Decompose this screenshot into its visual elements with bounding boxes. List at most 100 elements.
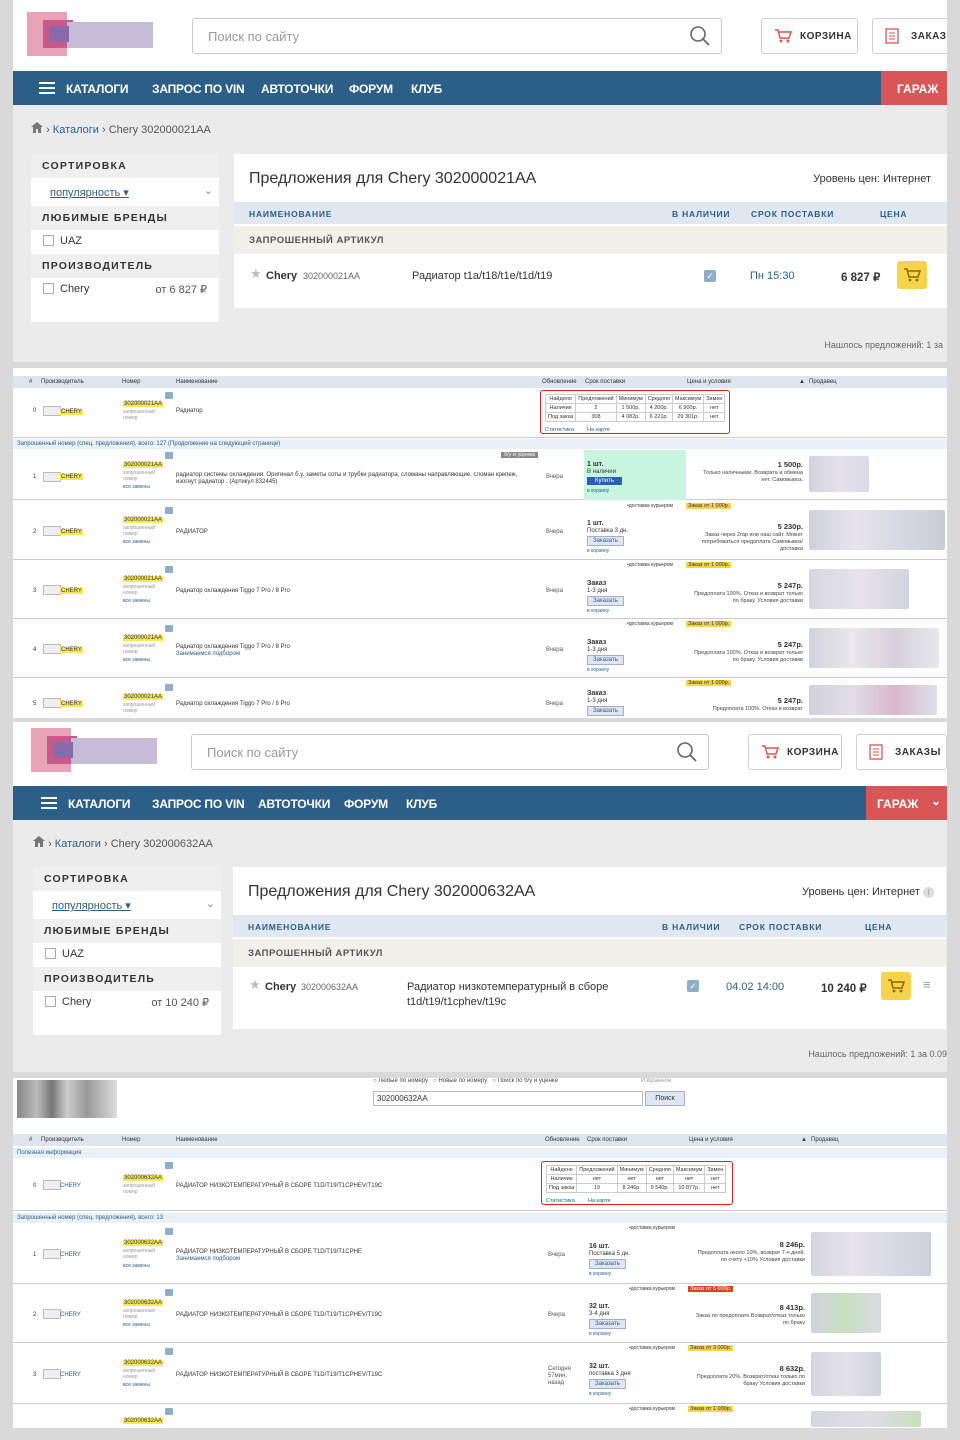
sort-select[interactable]: популярность ▾ ⌄ (31, 178, 219, 206)
search-input[interactable]: Поиск по сайту (192, 18, 722, 54)
garage-button[interactable]: ГАРАЖ ⌄ (866, 786, 947, 820)
expand-icon[interactable] (165, 684, 173, 691)
group-header[interactable]: Запрошенный номер (спец. предложения), в… (13, 1213, 947, 1223)
table-row[interactable]: 4 CHERY 302000021AA запрошенный номер вс… (13, 620, 947, 678)
buy-button[interactable]: Купить (587, 477, 622, 485)
nav-club[interactable]: КЛУБ (406, 797, 437, 811)
nav-catalogs[interactable]: КАТАЛОГИ (68, 797, 131, 811)
row-brand[interactable]: CHERY (60, 409, 83, 415)
star-icon[interactable]: ★ (249, 977, 261, 993)
row-brand[interactable]: CHERY (60, 588, 83, 594)
cart-button[interactable]: КОРЗИНА (761, 18, 858, 54)
cart-button[interactable]: КОРЗИНА (748, 734, 842, 770)
sort-select[interactable]: популярность ▾ ⌄ (33, 891, 221, 919)
map-link[interactable]: На карте (588, 1198, 611, 1204)
sort-arrow-icon[interactable]: ▲ (801, 1137, 807, 1143)
checkbox[interactable] (45, 948, 56, 959)
row-brand[interactable]: CHERY (60, 647, 83, 653)
row-part-number[interactable]: 302000632AA (123, 1240, 164, 1246)
maker-filter-chery[interactable]: Chery от 10 240 ₽ (33, 991, 221, 1015)
all-replacements-link[interactable]: все замены (123, 1322, 150, 1328)
expand-icon[interactable] (165, 1289, 173, 1296)
row-part-number[interactable]: 302000632AA (123, 1300, 164, 1306)
expand-icon[interactable] (165, 566, 173, 573)
home-icon[interactable] (31, 122, 43, 136)
orders-button[interactable]: ЗАКАЗЫ (872, 18, 947, 54)
basket-link[interactable]: в корзину (587, 608, 609, 614)
basket-link[interactable]: в корзину (587, 667, 609, 673)
expand-icon[interactable] (165, 1162, 173, 1169)
orders-button[interactable]: ЗАКАЗЫ (856, 734, 947, 770)
garage-button[interactable]: ГАРАЖ (881, 71, 947, 105)
expand-icon[interactable] (165, 1408, 173, 1415)
row-brand[interactable]: CHERY (60, 1252, 81, 1258)
radio-any[interactable]: ○ Любые по номеру (373, 1078, 428, 1084)
menu-icon[interactable] (39, 82, 55, 94)
home-icon[interactable] (33, 836, 45, 850)
site-logo[interactable] (27, 12, 153, 56)
all-replacements-link[interactable]: все замены (123, 484, 150, 490)
row-brand[interactable]: CHERY (60, 529, 83, 535)
offer-description-line2[interactable]: t1d/t19/t1cphev/t19c (407, 996, 506, 1008)
nav-autopoints[interactable]: АВТОТОЧКИ (261, 82, 333, 96)
nav-vin-request[interactable]: ЗАПРОС ПО VIN (152, 82, 245, 96)
brand-filter-uaz[interactable]: UAZ (31, 230, 219, 254)
nav-club[interactable]: КЛУБ (411, 82, 442, 96)
breadcrumb-catalogs[interactable]: Каталоги (53, 124, 99, 136)
nav-autopoints[interactable]: АВТОТОЧКИ (258, 797, 330, 811)
table-row[interactable]: 3 CHERY 302000021AA запрошенный номер вс… (13, 561, 947, 619)
radio-used[interactable]: ○ Поиск по б/у и уценке (492, 1078, 558, 1084)
nav-vin-request[interactable]: ЗАПРОС ПО VIN (152, 797, 245, 811)
add-to-cart-button[interactable] (881, 972, 911, 1000)
row-part-number[interactable]: 302000021AA (123, 517, 164, 523)
search-icon[interactable] (689, 25, 711, 52)
breadcrumb-catalogs[interactable]: Каталоги (55, 838, 101, 850)
site-logo[interactable] (17, 1080, 117, 1118)
row-brand[interactable]: CHERY (60, 1183, 81, 1189)
menu-lines-icon[interactable]: ≡ (923, 977, 931, 992)
row-part-number[interactable]: 302000021AA (123, 694, 164, 700)
part-search-input[interactable]: 302000632AA (373, 1091, 643, 1106)
add-to-cart-button[interactable] (897, 261, 927, 289)
table-row[interactable]: 3 CHERY 302000632AA запрошенный номер вс… (13, 1344, 947, 1404)
order-button[interactable]: Заказать (587, 536, 624, 546)
statistics-link[interactable]: Статистика (545, 427, 574, 433)
row-name-sub[interactable]: Занимаемся подбором (176, 651, 240, 657)
nav-catalogs[interactable]: КАТАЛОГИ (66, 82, 129, 96)
order-button[interactable]: Заказать (587, 596, 624, 606)
all-replacements-link[interactable]: все замены (123, 1263, 150, 1269)
row-brand[interactable]: CHERY (60, 474, 83, 480)
nav-forum[interactable]: ФОРУМ (344, 797, 388, 811)
expand-icon[interactable] (165, 507, 173, 514)
row-name-sub[interactable]: Занимаемся подбором (176, 1256, 240, 1262)
table-row[interactable]: 5 CHERY 302000021AA запрошенный номер Ра… (13, 679, 947, 718)
row-part-number[interactable]: 302000021AA (123, 401, 164, 407)
expand-icon[interactable] (165, 625, 173, 632)
row-part-number[interactable]: 302000632AA (123, 1418, 164, 1424)
table-row[interactable]: 2 CHERY 302000632AA запрошенный номер вс… (13, 1285, 947, 1343)
maker-filter-chery[interactable]: Chery от 6 827 ₽ (31, 278, 219, 302)
map-link[interactable]: На карте (587, 427, 610, 433)
favorites-link[interactable]: Избранное (641, 1078, 671, 1084)
basket-link[interactable]: в корзину (589, 1331, 611, 1337)
row-brand[interactable]: CHERY (60, 701, 83, 707)
row-brand[interactable]: CHERY (60, 1372, 81, 1378)
expand-icon[interactable] (165, 1228, 173, 1235)
row-part-number[interactable]: 302000021AA (123, 576, 164, 582)
all-replacements-link[interactable]: все замены (123, 1382, 150, 1388)
statistics-link[interactable]: Статистика (546, 1198, 575, 1204)
basket-link[interactable]: в корзину (589, 1271, 611, 1277)
expand-icon[interactable] (165, 1348, 173, 1355)
basket-link[interactable]: в корзину (587, 488, 609, 494)
table-row[interactable]: 2 CHERY 302000021AA запрошенный номер вс… (13, 502, 947, 560)
order-button[interactable]: Заказать (587, 655, 624, 665)
checkbox[interactable] (43, 235, 54, 246)
info-icon[interactable]: i (923, 887, 934, 898)
all-replacements-link[interactable]: все замены (123, 657, 150, 663)
brand-filter-uaz[interactable]: UAZ (33, 943, 221, 967)
group-header[interactable]: Запрошенный номер (спец. предложения), в… (13, 439, 947, 449)
basket-link[interactable]: в корзину (587, 548, 609, 554)
order-button[interactable]: Заказать (589, 1379, 626, 1389)
checkbox[interactable] (45, 996, 56, 1007)
menu-icon[interactable] (41, 797, 57, 809)
